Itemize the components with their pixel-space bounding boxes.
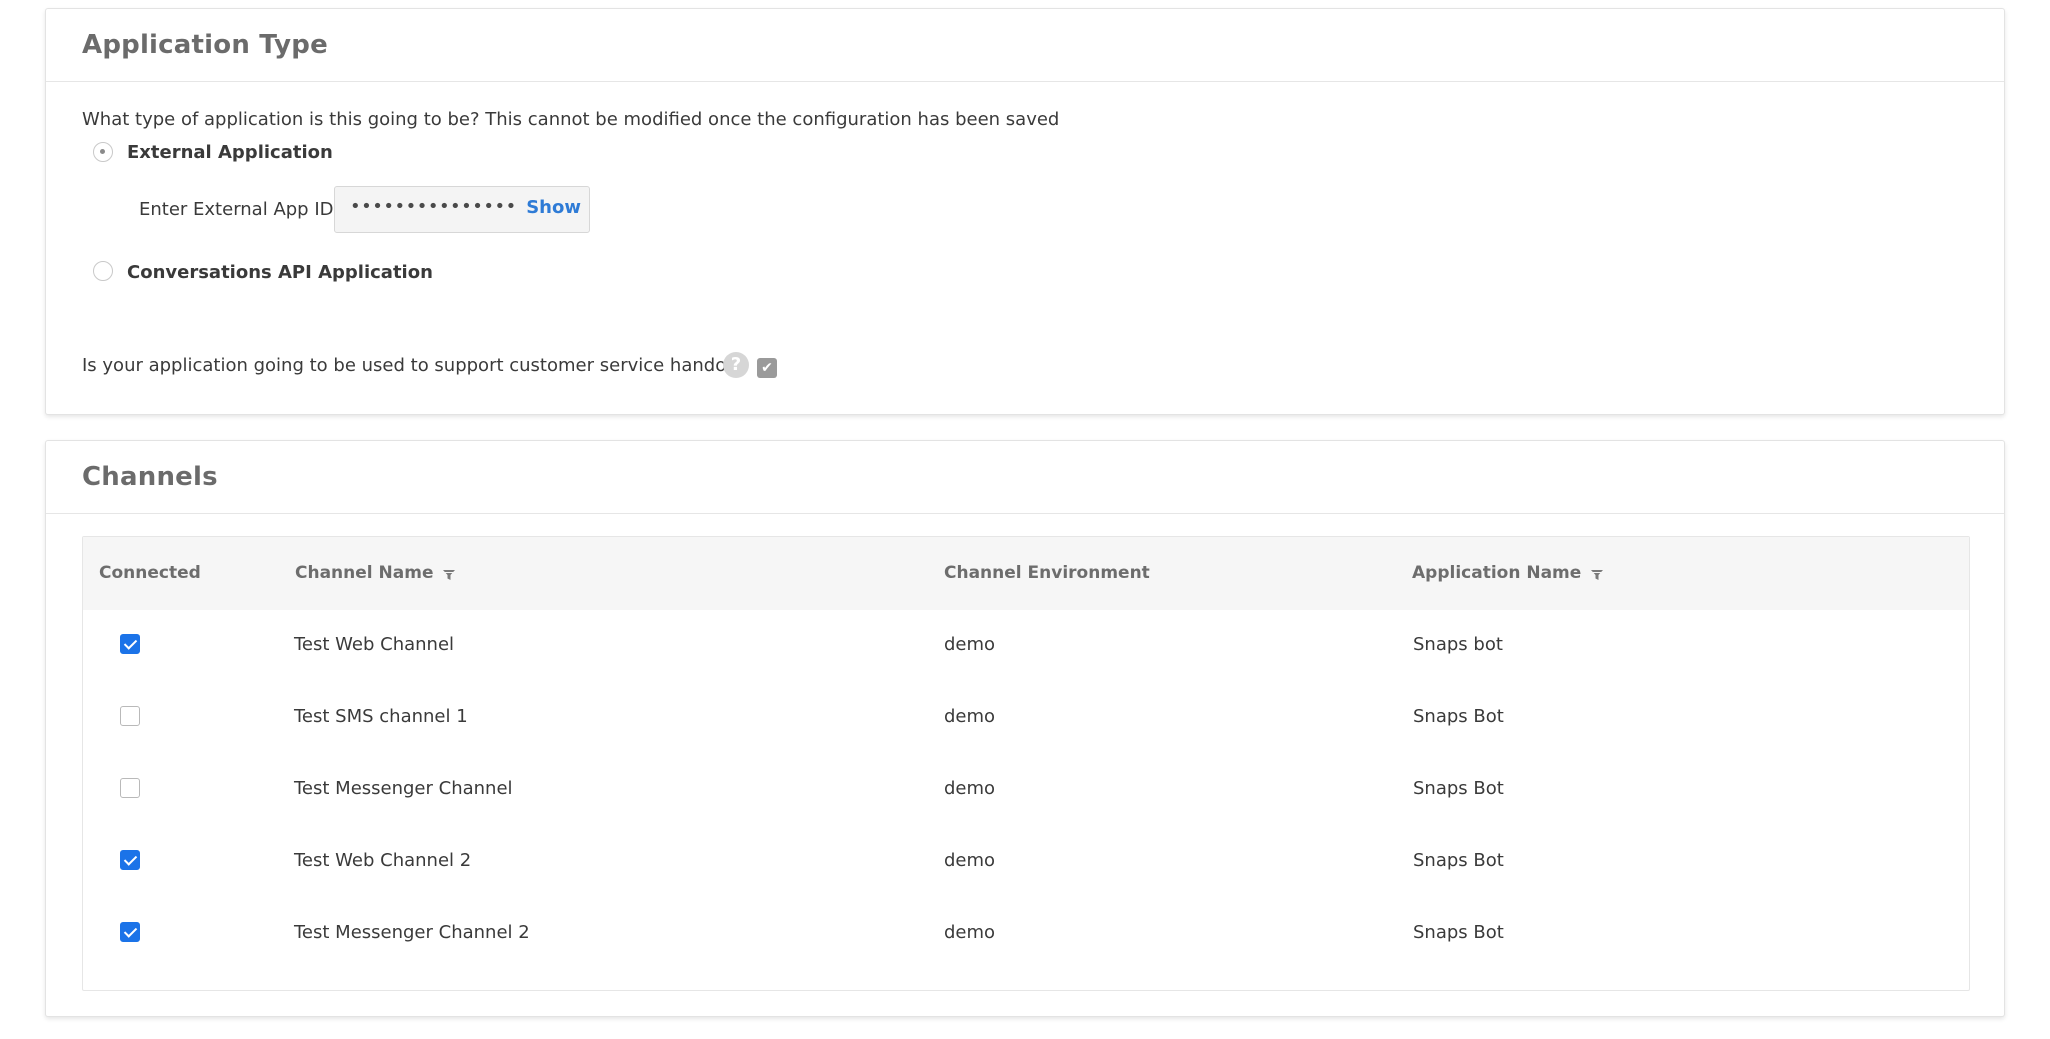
connected-checkbox[interactable] [120, 922, 140, 942]
application-type-header: Application Type [46, 9, 2004, 82]
filter-icon[interactable] [442, 568, 456, 582]
column-header-application-name[interactable]: Application Name [1412, 563, 1604, 583]
channel-environment-cell: demo [944, 850, 996, 871]
table-row: Test Messenger Channel demo Snaps Bot [83, 754, 1969, 826]
application-name-cell: Snaps Bot [1413, 922, 1504, 943]
channel-environment-cell: demo [944, 634, 996, 655]
application-name-cell: Snaps Bot [1413, 778, 1504, 799]
column-connected-label: Connected [99, 563, 201, 583]
external-application-radio[interactable] [93, 142, 113, 162]
column-header-channel-name[interactable]: Channel Name [295, 563, 456, 583]
channel-environment-cell: demo [944, 706, 996, 727]
column-header-connected: Connected [99, 563, 201, 583]
table-row: Test Messenger Channel 2 demo Snaps Bot [83, 898, 1969, 970]
connected-checkbox[interactable] [120, 706, 140, 726]
show-app-id-button[interactable]: Show [526, 197, 581, 218]
channel-environment-cell: demo [944, 922, 996, 943]
channel-name-cell: Test Messenger Channel [294, 778, 513, 799]
table-row: Test Web Channel demo Snaps bot [83, 610, 1969, 682]
column-channel-environment-label: Channel Environment [944, 563, 1150, 583]
external-application-label[interactable]: External Application [127, 142, 333, 163]
application-name-cell: Snaps Bot [1413, 850, 1504, 871]
connected-checkbox[interactable] [120, 634, 140, 654]
filter-icon[interactable] [1590, 568, 1604, 582]
help-icon[interactable]: ? [723, 352, 749, 378]
application-type-card: Application Type What type of applicatio… [45, 8, 2005, 415]
handoff-checkbox[interactable]: ✔ [757, 358, 777, 378]
channels-table: Connected Channel Name Channel Environme… [82, 536, 1970, 991]
connected-checkbox[interactable] [120, 850, 140, 870]
check-icon: ✔ [761, 360, 773, 376]
table-row: Test Web Channel 2 demo Snaps Bot [83, 826, 1969, 898]
external-app-id-field[interactable]: ••••••••••••••• Show [334, 186, 590, 233]
channels-header: Channels [46, 441, 2004, 514]
column-application-name-label: Application Name [1412, 563, 1582, 583]
application-type-title: Application Type [82, 30, 328, 60]
application-name-cell: Snaps Bot [1413, 706, 1504, 727]
external-app-id-masked-value: ••••••••••••••• [350, 196, 517, 217]
channel-name-cell: Test SMS channel 1 [294, 706, 468, 727]
channel-name-cell: Test Web Channel 2 [294, 850, 472, 871]
conversations-api-radio[interactable] [93, 261, 113, 281]
channel-name-cell: Test Messenger Channel 2 [294, 922, 530, 943]
external-app-id-label: Enter External App ID [139, 199, 334, 220]
handoff-question: Is your application going to be used to … [82, 355, 749, 376]
application-name-cell: Snaps bot [1413, 634, 1503, 655]
table-row: Test SMS channel 1 demo Snaps Bot [83, 682, 1969, 754]
table-header: Connected Channel Name Channel Environme… [83, 537, 1969, 610]
channels-card: Channels Connected Channel Name Channel … [45, 440, 2005, 1017]
channels-title: Channels [82, 462, 218, 492]
app-type-question: What type of application is this going t… [82, 109, 1060, 130]
channel-environment-cell: demo [944, 778, 996, 799]
column-header-channel-environment: Channel Environment [944, 563, 1150, 583]
conversations-api-label[interactable]: Conversations API Application [127, 262, 433, 283]
connected-checkbox[interactable] [120, 778, 140, 798]
channel-name-cell: Test Web Channel [294, 634, 455, 655]
column-channel-name-label: Channel Name [295, 563, 434, 583]
